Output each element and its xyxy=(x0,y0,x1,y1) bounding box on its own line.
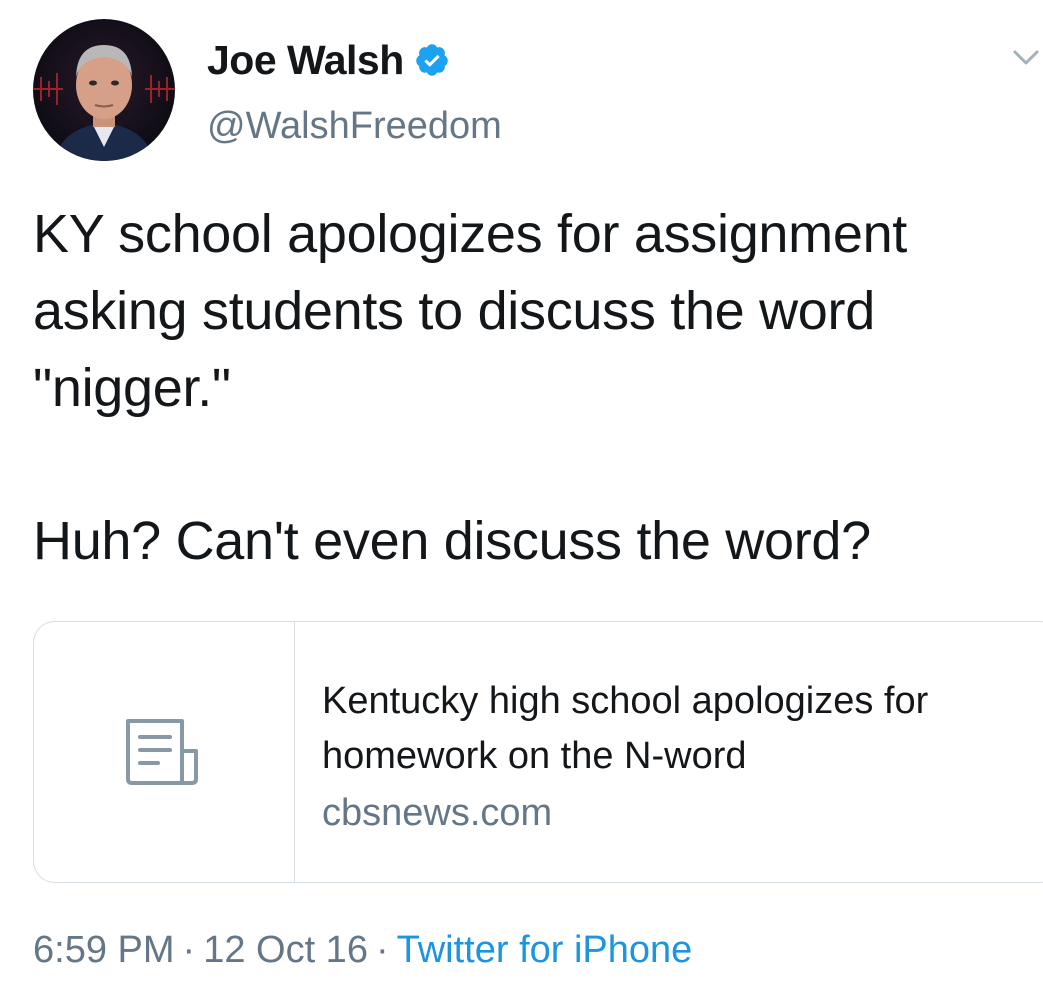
tweet-date[interactable]: 12 Oct 16 xyxy=(203,929,368,971)
meta-separator: · xyxy=(375,929,389,971)
verified-badge-icon xyxy=(414,42,450,78)
tweet-text: KY school apologizes for assignment aski… xyxy=(33,204,908,418)
avatar-image xyxy=(33,19,175,161)
tweet-source-link[interactable]: Twitter for iPhone xyxy=(397,929,693,971)
link-card-title[interactable]: Kentucky high school apologizes for home… xyxy=(322,674,1012,784)
link-card[interactable]: Kentucky high school apologizes for home… xyxy=(33,621,1043,883)
tweet-meta: 6:59 PM · 12 Oct 16 · Twitter for iPhone xyxy=(33,924,692,976)
meta-separator: · xyxy=(182,929,196,971)
chevron-down-icon[interactable] xyxy=(1012,48,1040,68)
author-display-name[interactable]: Joe Walsh xyxy=(207,36,404,84)
author-handle[interactable]: @WalshFreedom xyxy=(207,103,502,149)
tweet-text-secondary: Huh? Can't even discuss the word? xyxy=(33,511,871,571)
link-card-body[interactable]: Kentucky high school apologizes for home… xyxy=(295,622,1043,882)
tweet-time[interactable]: 6:59 PM xyxy=(33,929,175,971)
document-icon xyxy=(124,717,204,789)
link-card-domain: cbsnews.com xyxy=(322,792,553,834)
author-name-row[interactable]: Joe Walsh xyxy=(207,36,450,84)
avatar[interactable] xyxy=(33,19,175,161)
link-card-thumbnail xyxy=(34,622,295,882)
